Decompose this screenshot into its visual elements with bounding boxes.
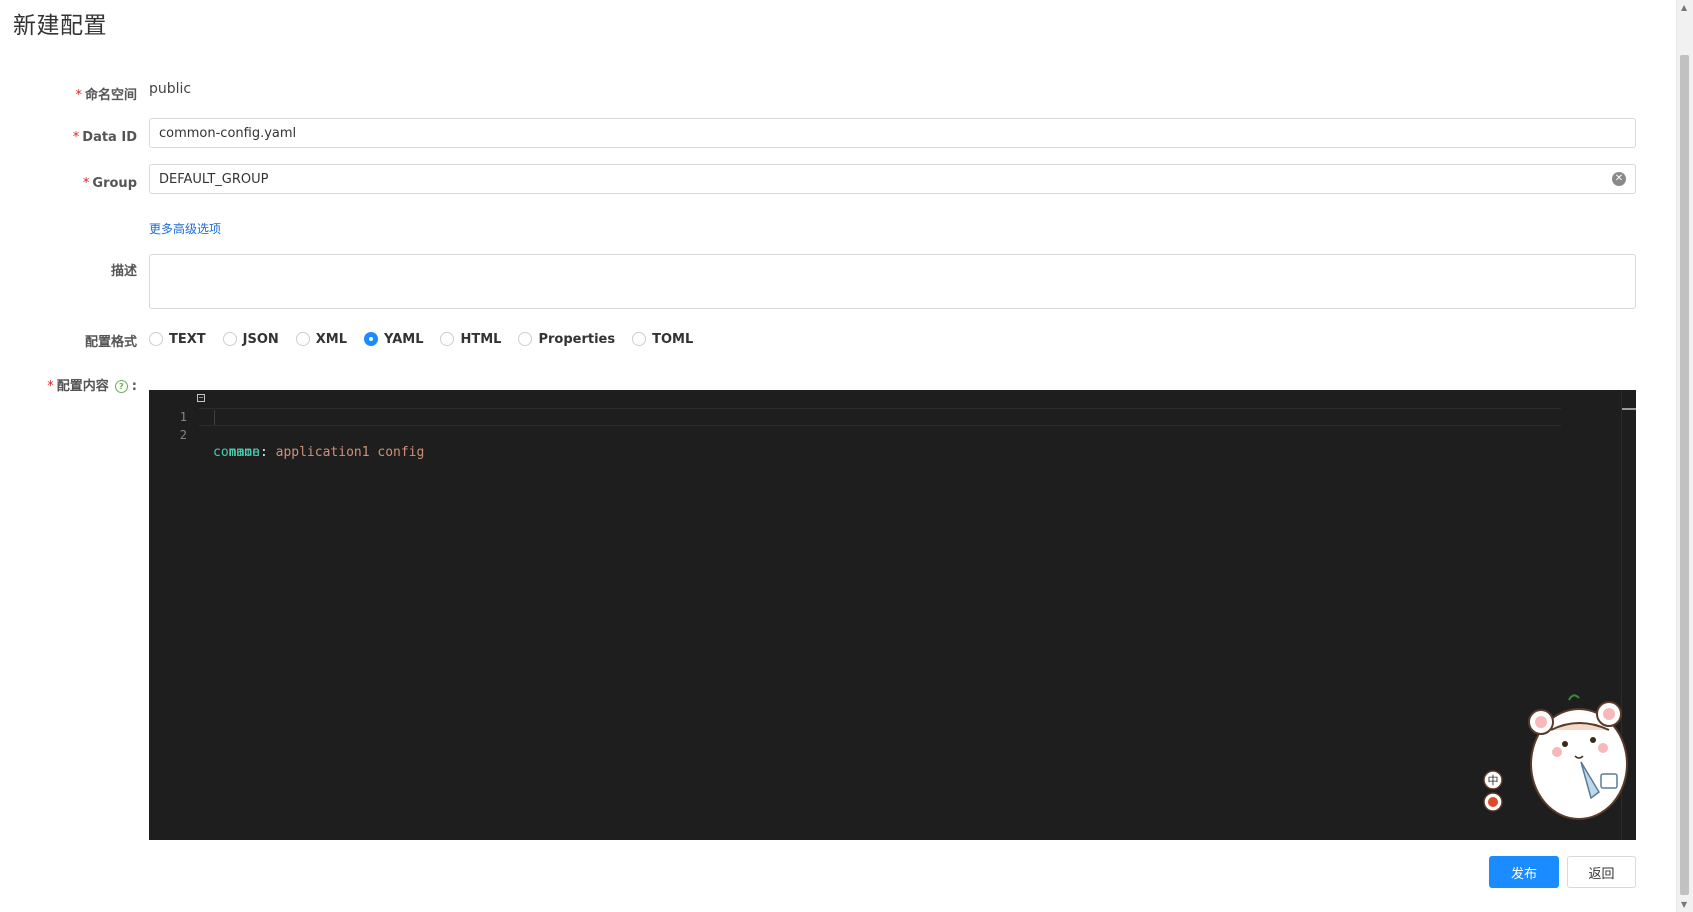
radio-properties[interactable]: Properties [518, 332, 615, 347]
namespace-label-text: 命名空间 [84, 88, 137, 103]
description-label: 描述 [111, 260, 137, 279]
code-line: 1 − common: [149, 390, 1549, 461]
radio-xml[interactable]: XML [295, 331, 348, 347]
required-mark: * [47, 379, 54, 394]
format-label: 配置格式 [85, 331, 137, 350]
code-line: 2 name: application1 config [149, 408, 1549, 460]
advanced-options-link[interactable]: 更多高级选项 [149, 220, 221, 237]
sticker-badge-text: 中 [1488, 774, 1499, 787]
data-id-input[interactable]: common-config.yaml [149, 118, 1636, 148]
page-title: 新建配置 [13, 13, 107, 39]
namespace-label: * 命名空间 [75, 84, 137, 103]
data-id-input-text: common-config.yaml [159, 125, 297, 141]
content-label-text: 配置内容 [56, 379, 109, 394]
content-label-colon: : [131, 379, 137, 394]
yaml-punc: : [259, 445, 276, 460]
scrollbar-thumb[interactable] [1680, 55, 1689, 895]
radio-label: HTML [460, 331, 502, 347]
yaml-key: name [213, 445, 260, 460]
page-scrollbar[interactable]: ▲ ▼ [1676, 0, 1693, 912]
required-mark: * [82, 176, 90, 191]
required-mark: * [72, 130, 80, 145]
publish-button[interactable]: 发布 [1489, 856, 1559, 888]
group-label: * Group [83, 176, 137, 191]
group-input-text: DEFAULT_GROUP [159, 171, 269, 187]
minimap-slider[interactable] [1622, 408, 1636, 410]
radio-yaml[interactable]: YAML [364, 332, 423, 347]
required-mark: * [75, 88, 82, 103]
help-icon[interactable]: ? [114, 380, 128, 393]
back-button[interactable]: 返回 [1567, 856, 1636, 888]
radio-label: YAML [384, 331, 424, 347]
radio-circle[interactable] [222, 332, 237, 346]
format-label-text: 配置格式 [84, 335, 137, 350]
yaml-value: application1 config [275, 445, 425, 460]
radio-label: Properties [538, 331, 616, 347]
namespace-value: public [149, 81, 192, 97]
group-input[interactable]: DEFAULT_GROUP ✕ [149, 164, 1636, 194]
radio-circle-checked[interactable] [364, 332, 379, 346]
scroll-down-icon[interactable]: ▼ [1681, 900, 1687, 909]
format-radio-group: TEXT JSON XML YAML HTML Properties TOML [149, 329, 710, 349]
radio-circle[interactable] [440, 332, 455, 346]
radio-circle[interactable] [632, 332, 647, 346]
scroll-up-icon[interactable]: ▲ [1681, 3, 1687, 12]
radio-json[interactable]: JSON [222, 331, 279, 347]
radio-label: TOML [652, 331, 694, 347]
group-label-text: Group [92, 176, 137, 191]
radio-html[interactable]: HTML [440, 332, 501, 347]
page: 新建配置 * 命名空间 public * Data ID common-config… [0, 0, 1693, 912]
line-number: 2 [179, 428, 187, 442]
data-id-label-text: Data ID [82, 130, 137, 145]
radio-label: JSON [242, 331, 279, 347]
radio-circle[interactable] [518, 332, 533, 346]
radio-circle[interactable] [295, 332, 310, 346]
bear-sticker-image: 中 [1483, 694, 1628, 820]
code-text: name: application1 config [213, 444, 425, 462]
description-textarea[interactable] [149, 254, 1636, 309]
content-label: * 配置内容?: [47, 375, 137, 394]
radio-toml[interactable]: TOML [632, 332, 693, 347]
radio-text[interactable]: TEXT [149, 332, 206, 347]
code-editor[interactable]: 1 − common: 2 name: application1 config [149, 390, 1636, 840]
data-id-label: * Data ID [73, 130, 137, 145]
description-label-text: 描述 [110, 264, 137, 279]
clear-icon[interactable]: ✕ [1612, 172, 1626, 186]
radio-circle[interactable] [149, 332, 163, 346]
radio-label: TEXT [169, 331, 206, 347]
fold-icon[interactable]: − [197, 394, 205, 402]
radio-label: XML [315, 331, 348, 347]
